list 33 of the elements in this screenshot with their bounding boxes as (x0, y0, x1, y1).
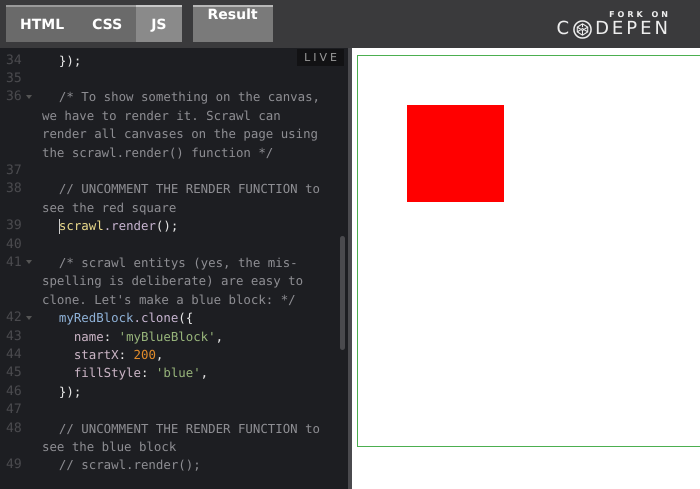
result-button[interactable]: Result (192, 5, 273, 42)
code-line: }); (58, 384, 82, 399)
code-line: myRedBlock.clone({ (58, 310, 194, 326)
code-line: the scrawl.render() function */ (42, 144, 274, 160)
code-line: // UNCOMMENT THE RENDER FUNCTION to (58, 420, 320, 436)
code-line: spelling is deliberate) are easy to (42, 273, 304, 288)
code-line: scrawl.render(); (58, 218, 178, 234)
code-line: startX: 200, (72, 346, 164, 362)
code-editor[interactable] (0, 48, 348, 489)
code-line: fillStyle: 'blue', (72, 365, 208, 380)
fold-caret-icon[interactable] (26, 94, 32, 99)
code-line: /* To show something on the canvas, (58, 89, 320, 104)
editor-tab[interactable]: CSS (78, 5, 136, 42)
logo-text: C (556, 19, 572, 39)
fork-caption: FORK ON (609, 10, 671, 19)
scrollbar-thumb[interactable] (340, 236, 345, 350)
cube-logo-icon (573, 20, 592, 38)
editor-tab[interactable]: HTML (6, 5, 78, 42)
fold-caret-icon[interactable] (26, 260, 32, 264)
code-line: /* scrawl entitys (yes, the mis- (58, 254, 298, 270)
code-line: // scrawl.render(); (58, 457, 201, 472)
code-line: clone. Let's make a blue block: */ (42, 292, 296, 307)
code-line: see the blue block (42, 438, 176, 454)
code-line: we have to render it. Scrawl can (42, 108, 281, 123)
code-line: name: 'myBlueBlock', (72, 328, 224, 344)
live-badge: LIVE (297, 49, 344, 66)
code-line: }); (58, 52, 82, 68)
fold-caret-icon[interactable] (26, 316, 32, 320)
editor-tab[interactable]: JS (136, 5, 182, 42)
code-line: see the red square (42, 200, 176, 215)
code-line: render all canvases on the page using (42, 126, 318, 142)
logo-text: DEPEN (595, 19, 671, 39)
code-line: // UNCOMMENT THE RENDER FUNCTION to (58, 181, 320, 196)
